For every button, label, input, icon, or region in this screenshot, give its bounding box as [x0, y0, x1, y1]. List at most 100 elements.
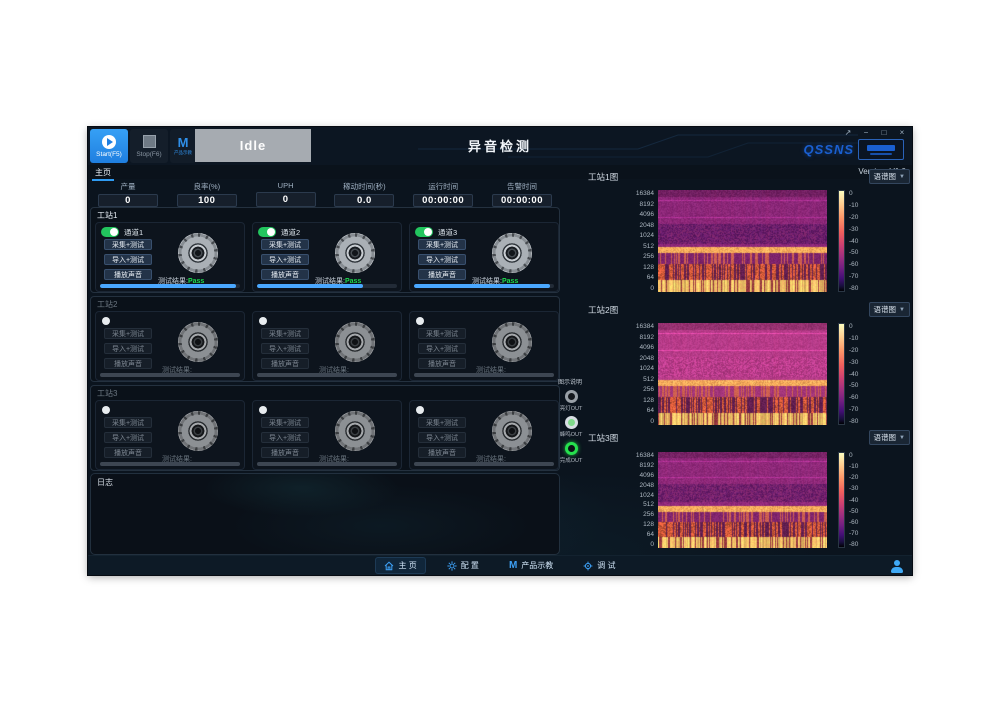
y-tick-label: 8192	[614, 201, 654, 208]
io-indicator-on	[565, 442, 578, 455]
stat-value: 100	[177, 194, 237, 207]
station-panel-3: 工站3采集+测试导入+测试播放声音测试结果:采集+测试导入+测试播放声音测试结果…	[90, 385, 560, 471]
colorbar-tick-label: -30	[849, 485, 858, 492]
progress-bar	[257, 284, 397, 288]
stop-button[interactable]: Stop(F6)	[130, 129, 168, 163]
colorbar-tick-label: -20	[849, 214, 858, 221]
y-tick-label: 0	[614, 541, 654, 548]
chart-mode-dropdown[interactable]: 语谱图▼	[869, 169, 910, 184]
acquire-test-button[interactable]: 采集+测试	[261, 328, 309, 339]
tab-home[interactable]: 主页	[92, 166, 114, 181]
app-window: Start(F5) Stop(F6) M 产品示教 Idle 异音检测 ↗ − …	[88, 127, 912, 575]
import-test-button[interactable]: 导入+测试	[104, 254, 152, 265]
colorbar-tick-label: -40	[849, 371, 858, 378]
play-sound-button[interactable]: 播放声音	[418, 269, 466, 280]
stat-value: 00:00:00	[492, 194, 552, 207]
acquire-test-button[interactable]: 采集+测试	[261, 417, 309, 428]
stat-0: 产量0	[98, 181, 158, 207]
progress-bar	[100, 462, 240, 466]
y-tick-label: 16384	[614, 452, 654, 459]
play-sound-button[interactable]: 播放声音	[418, 358, 466, 369]
nav-item-4[interactable]: 调 试	[575, 558, 623, 573]
nav-item-1[interactable]: 主 页	[376, 558, 424, 573]
import-test-button[interactable]: 导入+测试	[418, 254, 466, 265]
maximize-icon[interactable]: □	[878, 128, 890, 138]
play-sound-button[interactable]: 播放声音	[104, 447, 152, 458]
channel-toggle[interactable]	[259, 406, 267, 414]
channel-toggle[interactable]	[259, 317, 267, 325]
progress-bar	[414, 373, 554, 377]
stat-5: 告警时间00:00:00	[492, 181, 552, 207]
channel-card: 通道3采集+测试导入+测试播放声音测试结果:Pass	[409, 222, 559, 292]
acquire-test-button[interactable]: 采集+测试	[418, 417, 466, 428]
start-button[interactable]: Start(F5)	[90, 129, 128, 163]
company-badge	[858, 139, 904, 160]
colorbar-tick-label: -50	[849, 508, 858, 515]
channel-toggle[interactable]	[416, 317, 424, 325]
channel-toggle[interactable]	[258, 227, 276, 237]
channel-card: 采集+测试导入+测试播放声音测试结果:	[409, 400, 559, 470]
colorbar-tick-label: -50	[849, 382, 858, 389]
log-panel: 日志	[90, 473, 560, 555]
channel-toggle[interactable]	[102, 317, 110, 325]
acquire-test-button[interactable]: 采集+测试	[104, 328, 152, 339]
import-test-button[interactable]: 导入+测试	[104, 343, 152, 354]
charts-column: 工站1图语谱图▼16384819240962048102451225612864…	[586, 169, 912, 555]
chart-mode-dropdown[interactable]: 语谱图▼	[869, 302, 910, 317]
y-tick-label: 512	[614, 376, 654, 383]
chart-mode-dropdown[interactable]: 语谱图▼	[869, 430, 910, 445]
channel-toggle[interactable]	[102, 406, 110, 414]
colorbar-tick-label: 0	[849, 452, 853, 459]
import-test-button[interactable]: 导入+测试	[104, 432, 152, 443]
import-test-button[interactable]: 导入+测试	[418, 432, 466, 443]
acquire-test-button[interactable]: 采集+测试	[261, 239, 309, 250]
nav-item-3[interactable]: M产品示教	[501, 558, 561, 573]
import-test-button[interactable]: 导入+测试	[261, 432, 309, 443]
acquire-test-button[interactable]: 采集+测试	[418, 239, 466, 250]
channel-card: 采集+测试导入+测试播放声音测试结果:	[95, 400, 245, 470]
channel-label: 通道3	[438, 227, 457, 238]
acquire-test-button[interactable]: 采集+测试	[418, 328, 466, 339]
colorbar-tick-label: -20	[849, 347, 858, 354]
play-sound-button[interactable]: 播放声音	[104, 269, 152, 280]
play-sound-button[interactable]: 播放声音	[104, 358, 152, 369]
user-icon[interactable]	[890, 559, 904, 573]
restore-icon[interactable]: ↗	[842, 128, 854, 138]
acquire-test-button[interactable]: 采集+测试	[104, 239, 152, 250]
acquire-test-button[interactable]: 采集+测试	[104, 417, 152, 428]
product-teach-label: 产品示教	[174, 150, 192, 156]
import-test-button[interactable]: 导入+测试	[261, 343, 309, 354]
stats-row: 产量0良率(%)100UPH0稼动时间(秒)0.0运行时间00:00:00告警时…	[90, 181, 560, 207]
play-sound-button[interactable]: 播放声音	[261, 447, 309, 458]
colorbar	[838, 452, 845, 548]
play-icon	[102, 135, 116, 149]
stat-3: 稼动时间(秒)0.0	[334, 181, 394, 207]
io-label: 亮灯OUT	[560, 404, 583, 412]
channel-toggle[interactable]	[415, 227, 433, 237]
close-icon[interactable]: ×	[896, 128, 908, 138]
import-test-button[interactable]: 导入+测试	[418, 343, 466, 354]
import-test-button[interactable]: 导入+测试	[261, 254, 309, 265]
stop-button-label: Stop(F6)	[136, 151, 161, 158]
nav-item-2[interactable]: 配 置	[439, 558, 487, 573]
io-legend-panel: 图示说明 亮灯OUT蜂鸣OUT完成OUT	[556, 377, 586, 473]
home-icon	[384, 561, 394, 571]
station-title: 工站1	[97, 210, 117, 221]
play-sound-button[interactable]: 播放声音	[261, 358, 309, 369]
channel-card: 采集+测试导入+测试播放声音测试结果:	[409, 311, 559, 381]
channel-toggle[interactable]	[416, 406, 424, 414]
y-tick-label: 1024	[614, 365, 654, 372]
y-tick-label: 16384	[614, 323, 654, 330]
play-sound-button[interactable]: 播放声音	[261, 269, 309, 280]
colorbar-tick-label: -70	[849, 273, 858, 280]
colorbar-tick-label: -80	[849, 285, 858, 292]
status-indicator: Idle	[195, 129, 311, 162]
colorbar-tick-label: -60	[849, 519, 858, 526]
minimize-icon[interactable]: −	[860, 128, 872, 138]
y-tick-label: 512	[614, 243, 654, 250]
play-sound-button[interactable]: 播放声音	[418, 447, 466, 458]
channel-toggle[interactable]	[101, 227, 119, 237]
product-teach-button[interactable]: M 产品示教	[170, 129, 196, 163]
y-tick-label: 8192	[614, 334, 654, 341]
speaker-image	[335, 322, 375, 362]
